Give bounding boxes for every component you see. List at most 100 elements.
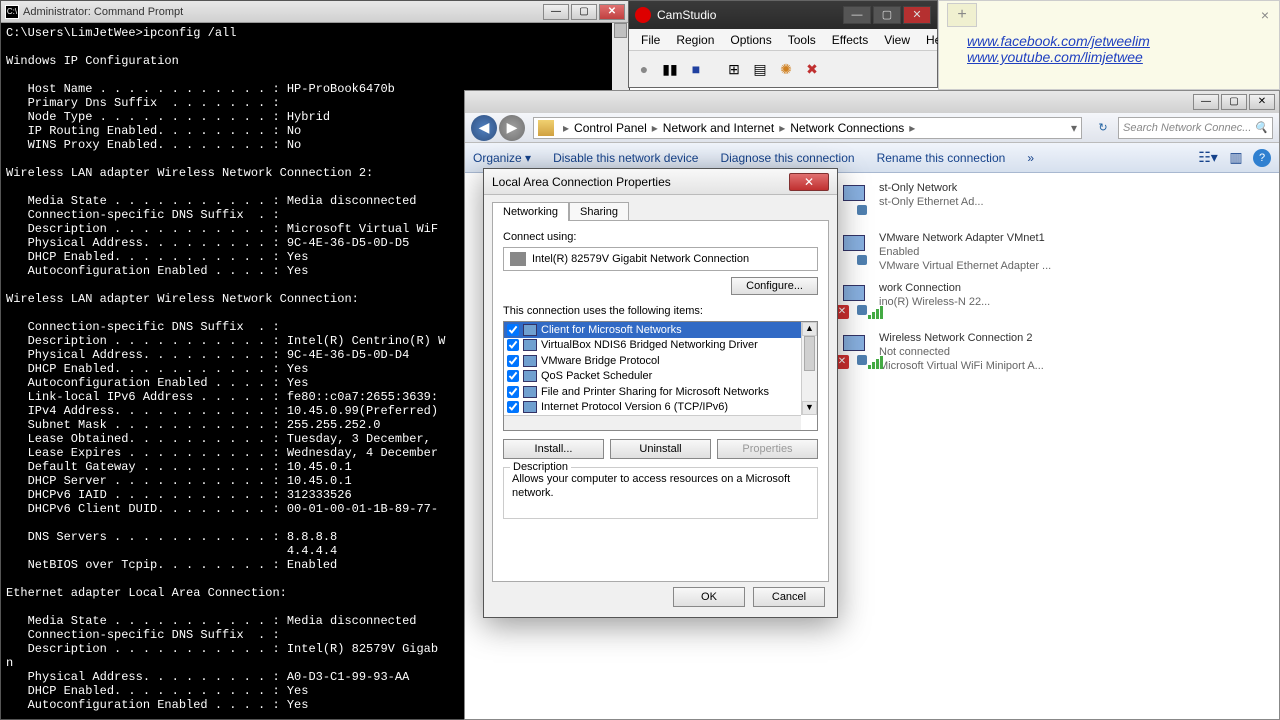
more-commands[interactable]: » — [1027, 151, 1034, 165]
annotations-icon[interactable]: ▤ — [749, 58, 771, 80]
network-adapter-icon: ✕ — [835, 281, 873, 319]
close-note-button[interactable]: × — [1261, 7, 1269, 23]
ok-button[interactable]: OK — [673, 587, 745, 607]
note-body[interactable]: www.facebook.com/jetweelim www.youtube.c… — [939, 1, 1279, 65]
protocol-icon — [523, 401, 537, 413]
scroll-down-icon[interactable]: ▼ — [802, 401, 817, 415]
forward-button[interactable]: ▶ — [499, 115, 525, 141]
uninstall-button[interactable]: Uninstall — [610, 439, 711, 459]
dialog-titlebar[interactable]: Local Area Connection Properties ✕ — [484, 169, 837, 195]
cam-title: CamStudio — [657, 8, 841, 22]
organize-menu[interactable]: Organize ▾ — [473, 151, 531, 165]
menu-options[interactable]: Options — [722, 31, 779, 49]
cmd-titlebar[interactable]: C:\ Administrator: Command Prompt — ▢ ✕ — [1, 1, 629, 23]
item-checkbox[interactable] — [507, 401, 519, 413]
menu-file[interactable]: File — [633, 31, 668, 49]
network-adapter-icon: ✕ — [835, 331, 873, 369]
close-button[interactable]: ✕ — [903, 6, 931, 24]
sticky-notes-window: + × www.facebook.com/jetweelim www.youtu… — [938, 0, 1280, 90]
description-text: Allows your computer to access resources… — [512, 472, 809, 500]
minimize-button[interactable]: — — [1193, 94, 1219, 110]
crumb-network-internet[interactable]: Network and Internet — [663, 121, 774, 135]
adapter-box: Intel(R) 82579V Gigabit Network Connecti… — [503, 247, 818, 271]
item-row[interactable]: Internet Protocol Version 6 (TCP/IPv6) — [504, 400, 801, 416]
connect-using-label: Connect using: — [503, 231, 818, 243]
connection-item[interactable]: ✕ work Connection ino(R) Wireless-N 22..… — [835, 281, 1095, 325]
cmd-title: Administrator: Command Prompt — [23, 6, 541, 18]
explorer-navbar: ◀ ▶ ▸ Control Panel ▸ Network and Intern… — [465, 113, 1279, 143]
cam-menubar: File Region Options Tools Effects View H… — [629, 29, 937, 51]
search-input[interactable]: Search Network Connec...🔍 — [1118, 117, 1273, 139]
item-row[interactable]: VirtualBox NDIS6 Bridged Networking Driv… — [504, 338, 801, 354]
connection-item[interactable]: st-Only Network st-Only Ethernet Ad... — [835, 181, 1095, 225]
install-button[interactable]: Install... — [503, 439, 604, 459]
connection-item[interactable]: VMware Network Adapter VMnet1 Enabled VM… — [835, 231, 1095, 275]
settings-icon[interactable]: ✺ — [775, 58, 797, 80]
cam-titlebar[interactable]: CamStudio — ▢ ✕ — [629, 1, 937, 29]
toggle-view-icon[interactable]: ⊞ — [723, 58, 745, 80]
item-checkbox[interactable] — [507, 370, 519, 382]
maximize-button[interactable]: ▢ — [873, 6, 901, 24]
conn-desc: Microsoft Virtual WiFi Miniport A... — [879, 359, 1095, 373]
crumb-control-panel[interactable]: Control Panel — [574, 121, 647, 135]
item-row[interactable]: QoS Packet Scheduler — [504, 369, 801, 385]
item-checkbox[interactable] — [507, 324, 519, 336]
cancel-icon[interactable]: ✖ — [801, 58, 823, 80]
item-row[interactable]: VMware Bridge Protocol — [504, 353, 801, 369]
record-button[interactable]: ● — [633, 58, 655, 80]
conn-status: Enabled — [879, 245, 1095, 259]
menu-tools[interactable]: Tools — [780, 31, 824, 49]
menu-effects[interactable]: Effects — [824, 31, 876, 49]
new-note-button[interactable]: + — [947, 3, 977, 27]
maximize-button[interactable]: ▢ — [1221, 94, 1247, 110]
note-link-youtube[interactable]: www.youtube.com/limjetwee — [967, 49, 1143, 65]
preview-pane-button[interactable]: ▥ — [1225, 147, 1247, 169]
service-icon — [523, 386, 537, 398]
folder-icon — [538, 120, 554, 136]
service-icon — [523, 339, 537, 351]
properties-button[interactable]: Properties — [717, 439, 818, 459]
change-view-button[interactable]: ☷▾ — [1197, 147, 1219, 169]
crumb-network-connections[interactable]: Network Connections — [790, 121, 904, 135]
rename-button[interactable]: Rename this connection — [877, 151, 1006, 165]
address-bar[interactable]: ▸ Control Panel ▸ Network and Internet ▸… — [533, 117, 1082, 139]
item-label: Internet Protocol Version 6 (TCP/IPv6) — [541, 401, 728, 413]
close-button[interactable]: ✕ — [1249, 94, 1275, 110]
conn-name: work Connection — [879, 281, 1095, 295]
close-button[interactable]: ✕ — [789, 173, 829, 191]
configure-button[interactable]: Configure... — [731, 277, 818, 295]
cmd-icon: C:\ — [5, 5, 19, 19]
tab-sharing[interactable]: Sharing — [569, 202, 629, 221]
note-link-facebook[interactable]: www.facebook.com/jetweelim — [967, 33, 1150, 49]
maximize-button[interactable]: ▢ — [571, 4, 597, 20]
item-row[interactable]: Client for Microsoft Networks — [504, 322, 801, 338]
item-checkbox[interactable] — [507, 339, 519, 351]
conn-desc: VMware Virtual Ethernet Adapter ... — [879, 259, 1095, 273]
list-scrollbar-h[interactable] — [504, 415, 801, 430]
disable-device-button[interactable]: Disable this network device — [553, 151, 698, 165]
menu-view[interactable]: View — [876, 31, 918, 49]
connection-item[interactable]: ✕ Wireless Network Connection 2 Not conn… — [835, 331, 1095, 375]
cancel-button[interactable]: Cancel — [753, 587, 825, 607]
item-checkbox[interactable] — [507, 355, 519, 367]
scroll-up-icon[interactable]: ▲ — [802, 322, 817, 336]
item-row[interactable]: File and Printer Sharing for Microsoft N… — [504, 384, 801, 400]
stop-button[interactable]: ■ — [685, 58, 707, 80]
tab-networking[interactable]: Networking — [492, 202, 569, 221]
menu-region[interactable]: Region — [668, 31, 722, 49]
minimize-button[interactable]: — — [543, 4, 569, 20]
back-button[interactable]: ◀ — [471, 115, 497, 141]
help-button[interactable]: ? — [1253, 149, 1271, 167]
close-button[interactable]: ✕ — [599, 4, 625, 20]
diagnose-button[interactable]: Diagnose this connection — [720, 151, 854, 165]
minimize-button[interactable]: — — [843, 6, 871, 24]
item-checkbox[interactable] — [507, 386, 519, 398]
refresh-button[interactable]: ↻ — [1092, 117, 1114, 139]
explorer-titlebar[interactable]: — ▢ ✕ — [465, 91, 1279, 113]
scrollbar-thumb[interactable] — [804, 336, 815, 371]
pause-button[interactable]: ▮▮ — [659, 58, 681, 80]
list-scrollbar[interactable]: ▲▼ — [801, 322, 817, 415]
dialog-panel: Connect using: Intel(R) 82579V Gigabit N… — [492, 220, 829, 582]
scrollbar-thumb[interactable] — [614, 23, 627, 38]
conn-status: Not connected — [879, 345, 1095, 359]
